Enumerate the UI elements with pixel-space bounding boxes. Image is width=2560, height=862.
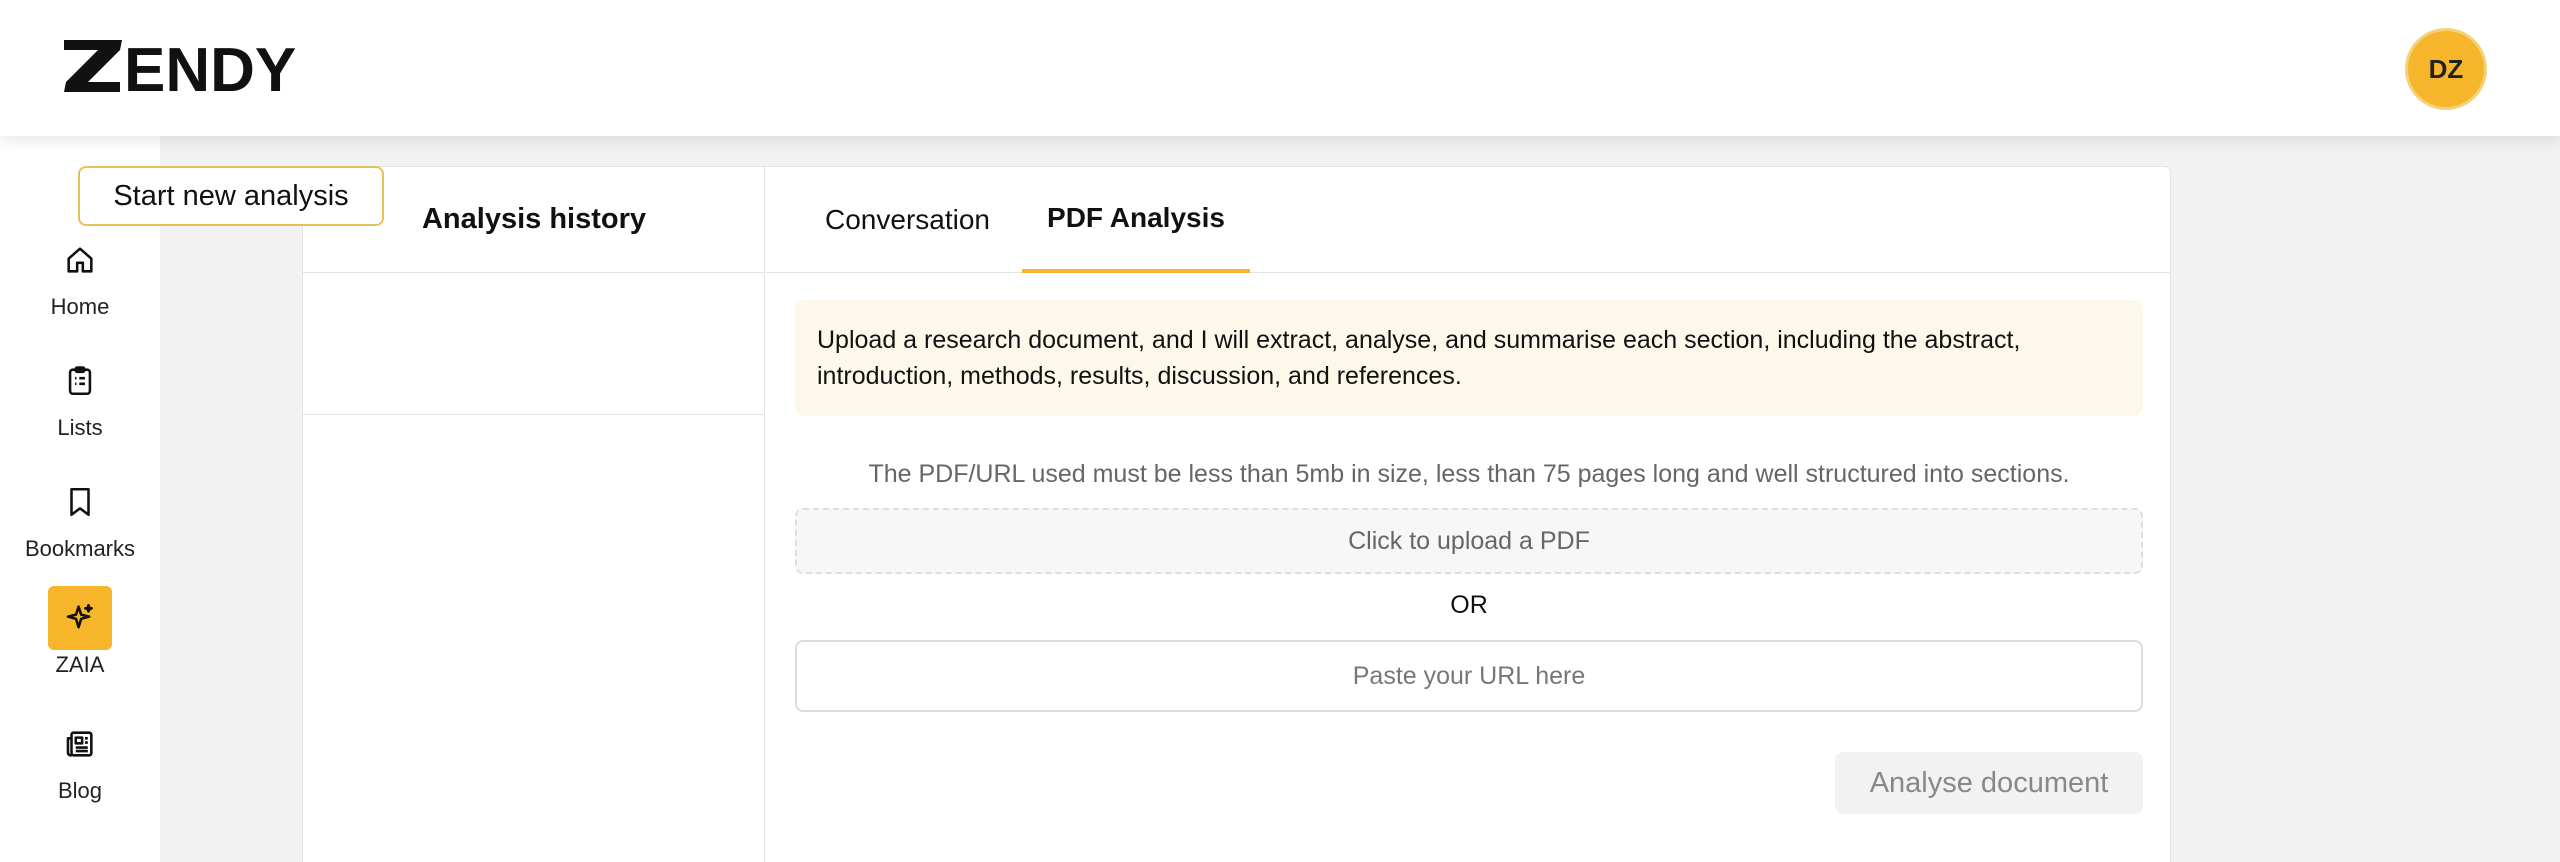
user-avatar[interactable]: DZ bbox=[2405, 28, 2487, 110]
nav-label-blog: Blog bbox=[57, 778, 103, 803]
bookmark-icon bbox=[48, 470, 112, 534]
nav-label-bookmarks: Bookmarks bbox=[24, 536, 136, 561]
newspaper-icon bbox=[48, 712, 112, 776]
analyse-document-button[interactable]: Analyse document bbox=[1835, 752, 2143, 814]
nav-item-blog[interactable]: Blog bbox=[0, 712, 160, 812]
analysis-history-panel: Analysis history bbox=[303, 167, 765, 862]
tab-pdf-analysis[interactable]: PDF Analysis bbox=[1022, 167, 1250, 273]
tab-bar: Conversation PDF Analysis bbox=[766, 167, 2171, 273]
clipboard-icon bbox=[48, 349, 112, 413]
left-sidebar: Home Lists Bookmarks ZAIA Blog bbox=[0, 136, 160, 862]
sparkle-icon bbox=[48, 586, 112, 650]
nav-item-lists[interactable]: Lists bbox=[0, 349, 160, 449]
or-separator: OR bbox=[1450, 591, 1488, 619]
svg-text:ENDY: ENDY bbox=[124, 36, 296, 96]
tab-conversation[interactable]: Conversation bbox=[825, 167, 990, 273]
upload-pdf-label: Click to upload a PDF bbox=[1348, 526, 1590, 555]
nav-item-zaia[interactable]: ZAIA bbox=[0, 586, 160, 686]
zendy-logo[interactable]: ENDY bbox=[62, 36, 332, 96]
nav-label-lists: Lists bbox=[57, 415, 103, 440]
nav-item-home[interactable]: Home bbox=[0, 228, 160, 328]
url-input[interactable] bbox=[795, 640, 2143, 712]
upload-pdf-dropzone[interactable]: Click to upload a PDF bbox=[795, 508, 2143, 574]
nav-label-home: Home bbox=[50, 294, 110, 319]
avatar-initials: DZ bbox=[2428, 53, 2464, 84]
nav-item-bookmarks[interactable]: Bookmarks bbox=[0, 470, 160, 570]
upload-limits-text: The PDF/URL used must be less than 5mb i… bbox=[868, 460, 2070, 488]
home-icon bbox=[48, 228, 112, 292]
history-action-area bbox=[303, 273, 765, 415]
start-new-analysis-button[interactable]: Start new analysis bbox=[78, 166, 384, 226]
top-header: ENDY DZ bbox=[0, 0, 2560, 136]
analysis-notice: Upload a research document, and I will e… bbox=[795, 300, 2143, 416]
nav-label-zaia: ZAIA bbox=[55, 652, 105, 677]
